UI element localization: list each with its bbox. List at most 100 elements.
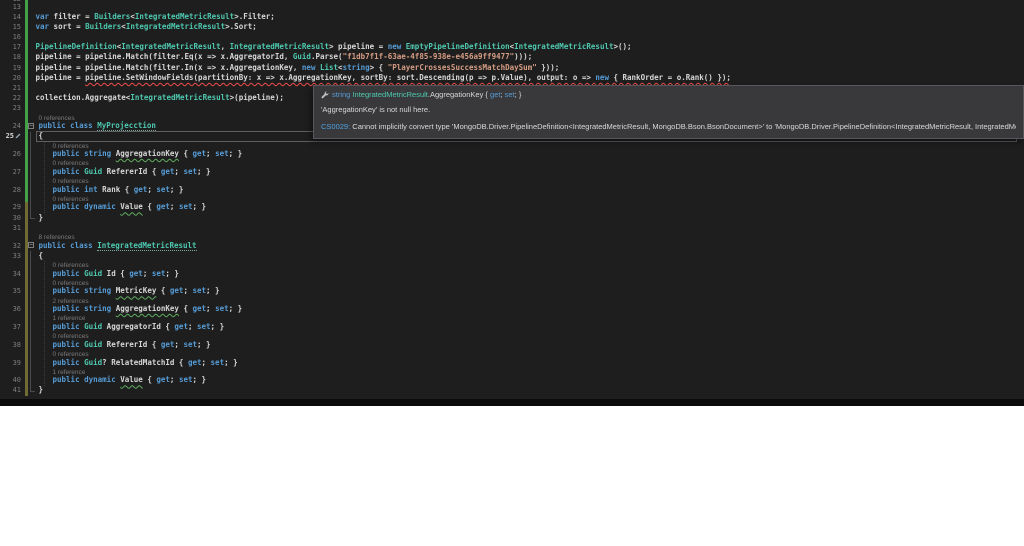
code-token: public: [53, 185, 80, 194]
code-line[interactable]: 35public string MetricKey { get; set; }: [0, 286, 1024, 296]
error-code-link[interactable]: CS0029:: [321, 122, 350, 131]
code-text[interactable]: public Guid? RelatedMatchId { get; set; …: [36, 358, 1024, 368]
code-text[interactable]: pipeline = pipeline.Match(filter.In(x =>…: [36, 63, 1024, 73]
code-line[interactable]: 30}: [0, 213, 1024, 223]
code-line[interactable]: 34public Guid Id { get; set; }: [0, 269, 1024, 279]
code-token: >(pipeline);: [230, 93, 284, 102]
code-line[interactable]: 37public Guid AggregatorId { get; set; }: [0, 322, 1024, 332]
codelens-row[interactable]: 1 reference: [0, 314, 1024, 322]
code-line[interactable]: 15var sort = Builders<IntegratedMetricRe…: [0, 22, 1024, 32]
codelens-references[interactable]: 0 references: [36, 159, 1024, 167]
code-line[interactable]: 32−public class IntegratedMetricResult: [0, 241, 1024, 251]
codelens-references[interactable]: 0 references: [36, 279, 1024, 287]
fold-collapse-icon[interactable]: −: [28, 242, 34, 248]
code-line[interactable]: 41}: [0, 385, 1024, 395]
codelens-references[interactable]: 2 references: [36, 297, 1024, 305]
code-line[interactable]: 38public Guid RefererId { get; set; }: [0, 340, 1024, 350]
codelens-references[interactable]: 0 references: [36, 195, 1024, 203]
code-line[interactable]: 14var filter = Builders<IntegratedMetric…: [0, 12, 1024, 22]
code-text[interactable]: [36, 32, 1024, 42]
code-text[interactable]: public string MetricKey { get; set; }: [36, 286, 1024, 296]
code-line[interactable]: 36public string AggregationKey { get; se…: [0, 304, 1024, 314]
code-text[interactable]: public dynamic Value { get; set; }: [36, 375, 1024, 385]
codelens-row[interactable]: 0 references: [0, 350, 1024, 358]
code-line[interactable]: 18pipeline = pipeline.Match(filter.Eq(x …: [0, 52, 1024, 62]
codelens-row[interactable]: 0 references: [0, 142, 1024, 150]
code-text[interactable]: PipelineDefinition<IntegratedMetricResul…: [36, 42, 1024, 52]
code-text[interactable]: [36, 223, 1024, 233]
codelens-row[interactable]: 0 references: [0, 279, 1024, 287]
code-token: Guid: [293, 52, 311, 61]
code-text[interactable]: public string AggregationKey { get; set;…: [36, 149, 1024, 159]
codelens-references[interactable]: 8 references: [36, 233, 1024, 241]
codelens-row[interactable]: 8 references: [0, 233, 1024, 241]
code-text[interactable]: }: [36, 385, 1024, 395]
code-token: public: [53, 167, 80, 176]
code-line[interactable]: 17PipelineDefinition<IntegratedMetricRes…: [0, 42, 1024, 52]
code-text[interactable]: {: [36, 251, 1024, 261]
code-line[interactable]: 28public int Rank { get; set; }: [0, 185, 1024, 195]
code-line[interactable]: 33{: [0, 251, 1024, 261]
codelens-references[interactable]: 0 references: [36, 261, 1024, 269]
code-line[interactable]: 40public dynamic Value { get; set; }: [0, 375, 1024, 385]
code-line[interactable]: 29public dynamic Value { get; set; }: [0, 202, 1024, 212]
code-line[interactable]: 20pipeline = pipeline.SetWindowFields(pa…: [0, 73, 1024, 83]
code-token: Guid: [84, 322, 102, 331]
codelens-row[interactable]: 2 references: [0, 297, 1024, 305]
code-token: set: [156, 185, 170, 194]
code-line[interactable]: 13: [0, 2, 1024, 12]
fold-collapse-icon[interactable]: −: [28, 123, 34, 129]
code-token: {: [39, 251, 44, 260]
code-token: {: [143, 375, 157, 384]
code-text[interactable]: }: [36, 213, 1024, 223]
folding-margin: [28, 202, 36, 212]
codelens-row[interactable]: 1 reference: [0, 368, 1024, 376]
codelens-references[interactable]: 0 references: [36, 177, 1024, 185]
codelens-row[interactable]: 0 references: [0, 261, 1024, 269]
code-text[interactable]: var filter = Builders<IntegratedMetricRe…: [36, 12, 1024, 22]
code-token: RefererId {: [102, 167, 161, 176]
codelens-references[interactable]: 1 reference: [36, 368, 1024, 376]
code-text[interactable]: public Guid RefererId { get; set; }: [36, 167, 1024, 177]
code-token: dynamic: [84, 202, 116, 211]
code-token: sort =: [49, 22, 85, 31]
code-text[interactable]: pipeline = pipeline.Match(filter.Eq(x =>…: [36, 52, 1024, 62]
codelens-row[interactable]: 0 references: [0, 177, 1024, 185]
code-line[interactable]: 27public Guid RefererId { get; set; }: [0, 167, 1024, 177]
folding-margin: [28, 340, 36, 350]
code-token: ; }: [192, 202, 206, 211]
codelens-row[interactable]: 0 references: [0, 332, 1024, 340]
code-line[interactable]: 19pipeline = pipeline.Match(filter.In(x …: [0, 63, 1024, 73]
folding-margin: [28, 223, 36, 233]
codelens-references[interactable]: 1 reference: [36, 314, 1024, 322]
code-token: collection.Aggregate<: [36, 93, 131, 102]
code-text[interactable]: pipeline = pipeline.SetWindowFields(part…: [36, 73, 1024, 83]
code-line[interactable]: 31: [0, 223, 1024, 233]
folding-margin: [28, 314, 36, 322]
codelens-references[interactable]: 0 references: [36, 142, 1024, 150]
code-line[interactable]: 16: [0, 32, 1024, 42]
codelens-row[interactable]: 0 references: [0, 195, 1024, 203]
code-text[interactable]: [36, 2, 1024, 12]
code-token: }));: [537, 63, 560, 72]
code-text[interactable]: public Guid AggregatorId { get; set; }: [36, 322, 1024, 332]
code-line[interactable]: 39public Guid? RelatedMatchId { get; set…: [0, 358, 1024, 368]
codelens-references[interactable]: 0 references: [36, 332, 1024, 340]
code-token: ? RelatedMatchId {: [102, 358, 188, 367]
wrench-icon[interactable]: [321, 91, 329, 99]
code-text[interactable]: public dynamic Value { get; set; }: [36, 202, 1024, 212]
code-text[interactable]: public Guid Id { get; set; }: [36, 269, 1024, 279]
code-text[interactable]: public Guid RefererId { get; set; }: [36, 340, 1024, 350]
code-token: new: [595, 73, 609, 82]
code-text[interactable]: public string AggregationKey { get; set;…: [36, 304, 1024, 314]
code-line[interactable]: 26public string AggregationKey { get; se…: [0, 149, 1024, 159]
line-number: 41: [0, 385, 22, 395]
code-text[interactable]: public class IntegratedMetricResult: [36, 241, 1024, 251]
code-token: set: [192, 286, 206, 295]
code-text[interactable]: public int Rank { get; set; }: [36, 185, 1024, 195]
codelens-row[interactable]: 0 references: [0, 159, 1024, 167]
code-token: class: [70, 241, 93, 250]
code-text[interactable]: var sort = Builders<IntegratedMetricResu…: [36, 22, 1024, 32]
code-token: ; }: [192, 375, 206, 384]
codelens-references[interactable]: 0 references: [36, 350, 1024, 358]
